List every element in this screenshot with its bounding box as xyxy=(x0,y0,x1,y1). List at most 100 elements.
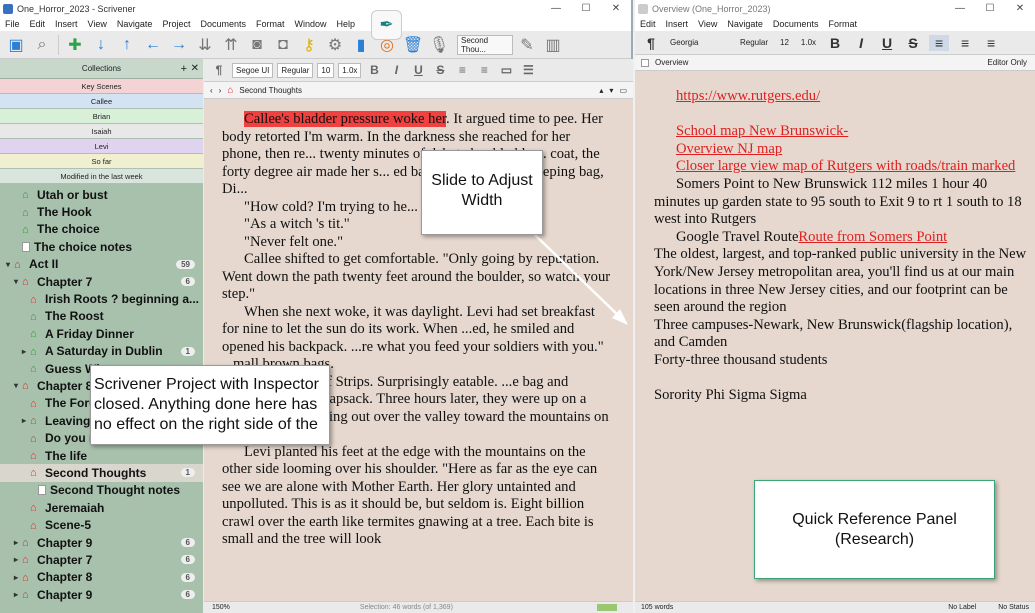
binder-item[interactable]: ⌂ Utah or bust xyxy=(0,186,203,203)
comment-icon[interactable]: ▭ xyxy=(497,63,515,77)
status-select[interactable]: No Status xyxy=(998,604,1029,611)
quick-search-input[interactable]: Second Thou... xyxy=(457,34,513,55)
collection-item[interactable]: Isaiah xyxy=(0,124,203,139)
add-collection-icon[interactable]: + xyxy=(181,63,187,75)
search-icon[interactable]: ⌕ xyxy=(30,34,54,56)
disclosure-icon[interactable]: ▸ xyxy=(14,590,22,599)
binder-item[interactable]: ⌂ The choice xyxy=(0,221,203,238)
menu-window[interactable]: Window xyxy=(290,19,332,29)
binder-item[interactable]: ▾ ⌂ Chapter 7 6 xyxy=(0,273,203,290)
menu-project[interactable]: Project xyxy=(157,19,195,29)
binder-item[interactable]: ⌂ The life xyxy=(0,447,203,464)
binder-item[interactable]: ⌂ The Hook xyxy=(0,203,203,220)
move-right-icon[interactable]: → xyxy=(167,34,191,56)
sort-down-icon[interactable]: ⇊ xyxy=(193,34,217,56)
size-select[interactable]: 10 xyxy=(317,62,335,78)
binder-item[interactable]: ⌂ Jeremaiah xyxy=(0,499,203,516)
font-select[interactable]: Segoe UI xyxy=(232,62,274,78)
nj-map-link[interactable]: Overview NJ map xyxy=(676,141,782,157)
editor-text[interactable]: Callee's bladder pressure woke her. It a… xyxy=(222,111,612,549)
bold-button[interactable]: B xyxy=(365,63,383,77)
binder-item[interactable]: ▸ ⌂ A Saturday in Dublin 1 xyxy=(0,343,203,360)
close-collections-icon[interactable]: ✕ xyxy=(191,63,199,74)
collection-item[interactable]: Modified in the last week xyxy=(0,169,203,184)
align-left-icon[interactable]: ≡ xyxy=(929,34,950,51)
binder-item[interactable]: Second Thought notes xyxy=(0,482,203,499)
collection-item[interactable]: Brian xyxy=(0,109,203,124)
zoom-select[interactable]: 150% xyxy=(212,604,230,611)
minimize-button[interactable]: — xyxy=(945,3,975,14)
binder-item[interactable]: ▸ ⌂ Chapter 8 6 xyxy=(0,569,203,586)
menu-format[interactable]: Format xyxy=(823,19,862,29)
menu-format[interactable]: Format xyxy=(251,19,290,29)
menu-edit[interactable]: Edit xyxy=(25,19,51,29)
sort-up-icon[interactable]: ⇈ xyxy=(219,34,243,56)
paragraph-style-icon[interactable]: ¶ xyxy=(641,35,661,51)
collection-item[interactable]: Levi xyxy=(0,139,203,154)
binder-item[interactable]: The choice notes xyxy=(0,238,203,255)
binder-item[interactable]: ⌂ Scene-5 xyxy=(0,516,203,533)
style-select[interactable]: Regular xyxy=(737,37,771,48)
move-up-icon[interactable]: ↑ xyxy=(115,34,139,56)
collection-item[interactable]: Key Scenes xyxy=(0,79,203,94)
collection-item[interactable]: Callee xyxy=(0,94,203,109)
spacing-select[interactable]: 1.0x xyxy=(798,37,819,48)
lock-checkbox[interactable] xyxy=(641,58,649,67)
settings-gear-icon[interactable]: ⚙ xyxy=(323,34,347,56)
rutgers-link[interactable]: https://www.rutgers.edu/ xyxy=(676,88,820,104)
maximize-button[interactable]: ☐ xyxy=(571,3,601,14)
binder-item[interactable]: ▸ ⌂ Chapter 9 6 xyxy=(0,586,203,603)
disclosure-icon[interactable]: ▸ xyxy=(14,573,22,582)
split-icon[interactable]: ▭ xyxy=(619,86,627,95)
school-map-link[interactable]: School map New Brunswick- xyxy=(676,123,848,139)
snip-tool-icon[interactable]: ✒ xyxy=(371,10,402,40)
binder-item[interactable]: ⌂ Second Thoughts 1 xyxy=(0,464,203,482)
size-select[interactable]: 12 xyxy=(777,37,792,48)
align-right-icon[interactable]: ≡ xyxy=(981,35,1001,51)
spacing-select[interactable]: 1.0x xyxy=(338,62,362,78)
list-icon[interactable]: ☰ xyxy=(519,63,537,77)
underline-button[interactable]: U xyxy=(877,35,897,51)
menu-documents[interactable]: Documents xyxy=(195,19,251,29)
move-down-icon[interactable]: ↓ xyxy=(89,34,113,56)
collection-item[interactable]: So far xyxy=(0,154,203,169)
align-center-icon[interactable]: ≡ xyxy=(955,35,975,51)
align-left-icon[interactable]: ≡ xyxy=(453,63,471,77)
disclosure-icon[interactable]: ▾ xyxy=(14,277,22,286)
underline-button[interactable]: U xyxy=(409,63,427,77)
snapshot-add-icon[interactable]: ◘ xyxy=(271,34,295,56)
close-button[interactable]: ✕ xyxy=(1005,3,1035,14)
binder-item[interactable]: ▸ ⌂ Chapter 7 6 xyxy=(0,551,203,568)
italic-button[interactable]: I xyxy=(387,63,405,77)
style-select[interactable]: Regular xyxy=(277,62,314,78)
trash-icon[interactable]: 🗑 xyxy=(401,34,425,56)
strikethrough-button[interactable]: S xyxy=(903,35,923,51)
nav-down-icon[interactable]: ▾ xyxy=(609,86,613,95)
binder-item[interactable]: ⌂ Irish Roots ? beginning a... xyxy=(0,290,203,307)
forward-icon[interactable]: › xyxy=(219,86,222,95)
maximize-button[interactable]: ☐ xyxy=(975,3,1005,14)
disclosure-icon[interactable]: ▸ xyxy=(14,555,22,564)
menu-edit[interactable]: Edit xyxy=(635,19,661,29)
menu-navigate[interactable]: Navigate xyxy=(112,19,158,29)
disclosure-icon[interactable]: ▸ xyxy=(14,538,22,547)
edit-icon[interactable]: ✎ xyxy=(515,34,539,56)
nav-up-icon[interactable]: ▴ xyxy=(599,86,603,95)
disclosure-icon[interactable]: ▸ xyxy=(22,347,30,356)
menu-insert[interactable]: Insert xyxy=(50,19,83,29)
menu-file[interactable]: File xyxy=(0,19,25,29)
route-link[interactable]: Route from Somers Point xyxy=(798,229,947,245)
binder-item[interactable]: ⌂ A Friday Dinner xyxy=(0,325,203,342)
key-icon[interactable]: ⚷ xyxy=(297,34,321,56)
italic-button[interactable]: I xyxy=(851,35,871,51)
menu-navigate[interactable]: Navigate xyxy=(722,19,768,29)
bold-button[interactable]: B xyxy=(825,35,845,51)
menu-help[interactable]: Help xyxy=(332,19,361,29)
chart-icon[interactable]: ▥ xyxy=(541,34,565,56)
snapshot-icon[interactable]: ◙ xyxy=(245,34,269,56)
menu-insert[interactable]: Insert xyxy=(661,19,694,29)
menu-view[interactable]: View xyxy=(693,19,722,29)
font-select[interactable]: Georgia xyxy=(667,37,731,48)
move-left-icon[interactable]: ← xyxy=(141,34,165,56)
strikethrough-button[interactable]: S xyxy=(431,63,449,77)
